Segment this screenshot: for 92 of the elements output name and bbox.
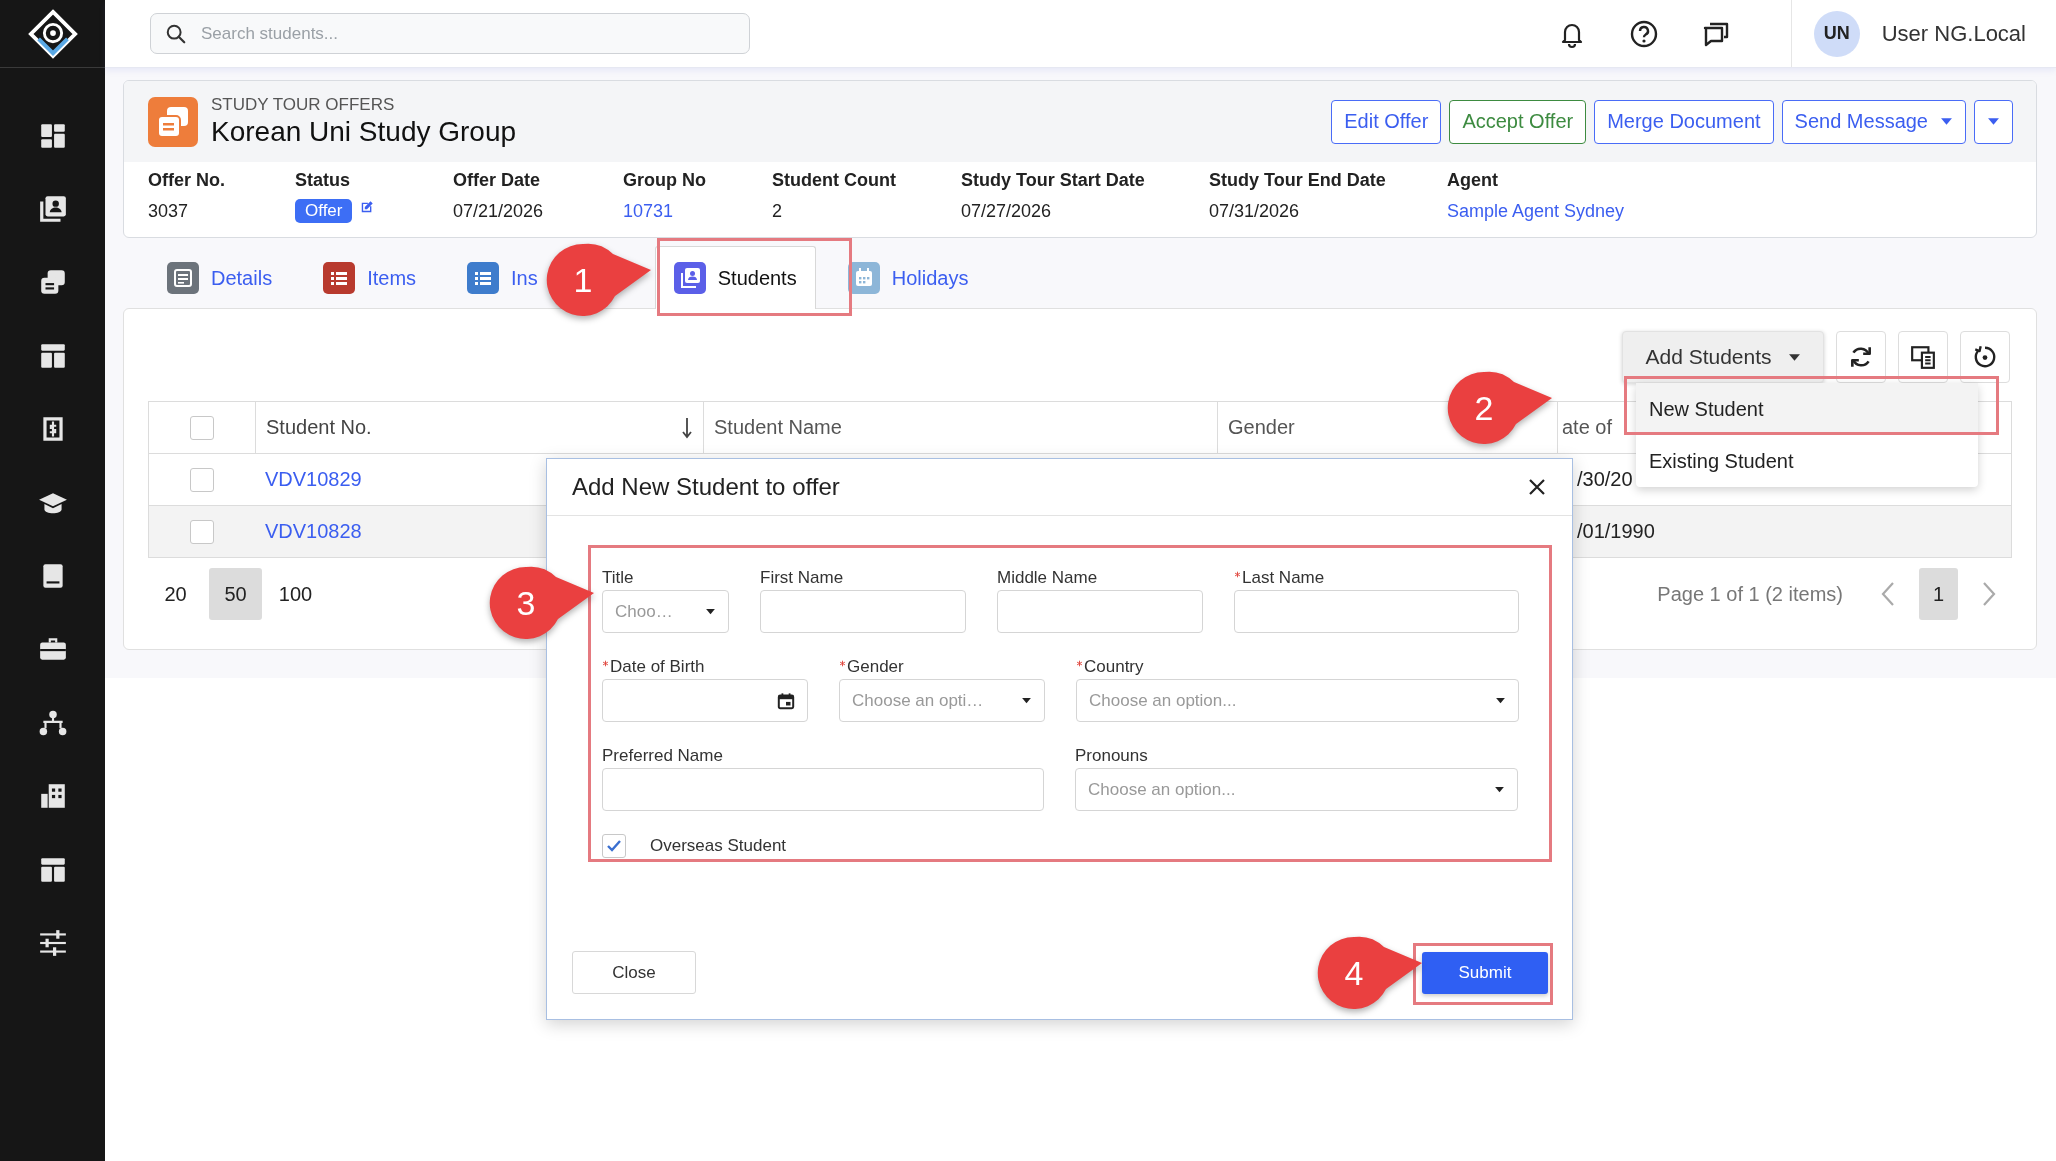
caret-icon <box>1021 697 1032 704</box>
page-summary: Page 1 of 1 (2 items) <box>1657 582 1843 606</box>
add-students-button[interactable]: Add Students <box>1622 331 1824 383</box>
student-link[interactable]: VDV10829 <box>265 468 362 491</box>
field-value: 3037 <box>148 200 190 223</box>
caret-icon <box>1495 697 1506 704</box>
table-cell: /30/20 <box>1577 468 1633 491</box>
column-header[interactable]: Student No. <box>266 416 372 439</box>
contact-card-icon[interactable] <box>37 194 68 225</box>
page-button[interactable]: 1 <box>1919 568 1958 620</box>
field-value: 07/21/2026 <box>453 200 545 223</box>
field-label: Pronouns <box>1075 745 1148 767</box>
select-field[interactable]: Choo… <box>602 590 729 633</box>
refresh-button[interactable] <box>1836 331 1886 383</box>
search-icon <box>165 22 187 45</box>
field-label: Student Count <box>772 169 897 191</box>
reset-button[interactable] <box>1960 331 2010 383</box>
accept-button[interactable]: Accept Offer <box>1449 99 1587 144</box>
window-list-icon <box>1910 344 1936 370</box>
tab[interactable]: Ins <box>448 246 539 309</box>
checkbox[interactable] <box>602 834 626 858</box>
link[interactable]: Sample Agent Sydney <box>1447 199 1625 223</box>
field-label: Last Name <box>1242 567 1325 589</box>
user-name[interactable]: User NG.Local <box>1881 20 2026 47</box>
field-label: Country <box>1084 656 1144 678</box>
date-field[interactable] <box>602 679 808 722</box>
dialog-title: Add New Student to offer <box>572 473 840 501</box>
field-label: Gender <box>847 656 904 678</box>
checkbox[interactable] <box>190 519 214 544</box>
status-badge: Offer <box>295 199 353 223</box>
column-header[interactable]: Gender <box>1228 416 1295 439</box>
page-title: Korean Uni Study Group <box>211 114 517 149</box>
checkbox[interactable] <box>190 467 214 492</box>
text-field[interactable] <box>997 590 1203 633</box>
select-field[interactable]: Choose an option... <box>1076 679 1519 722</box>
menu-item[interactable]: Existing Student <box>1636 435 1978 487</box>
field-label: Study Tour End Date <box>1209 169 1387 191</box>
reset-icon <box>1972 344 1998 370</box>
page-size-option[interactable]: 100 <box>269 568 322 620</box>
section-label: STUDY TOUR OFFERS <box>211 94 396 115</box>
student-link[interactable]: VDV10828 <box>265 520 362 543</box>
user-avatar[interactable]: UN <box>1813 10 1860 57</box>
help-icon[interactable] <box>1628 18 1659 49</box>
link[interactable]: 10731 <box>623 199 772 223</box>
page-size-option[interactable]: 50 <box>209 568 262 620</box>
checkbox-label: Overseas Student <box>650 836 787 856</box>
field-value: 07/27/2026 <box>961 200 1053 223</box>
columns-button[interactable] <box>1898 331 1948 383</box>
caret-icon <box>1940 117 1953 126</box>
app-logo[interactable] <box>27 8 78 59</box>
field-label: Preferred Name <box>602 745 723 767</box>
field-label: Offer No. <box>148 169 226 191</box>
action-button[interactable]: Edit Offer <box>1331 99 1442 144</box>
select-field[interactable]: Choose an opti… <box>839 679 1045 722</box>
dropdown-button[interactable] <box>1974 99 2013 144</box>
action-button[interactable]: Merge Document <box>1594 99 1774 144</box>
close-button[interactable]: Close <box>572 951 696 994</box>
page-size-option[interactable]: 20 <box>149 568 202 620</box>
field-value: 2 <box>772 200 783 223</box>
field-label: Title <box>602 567 634 589</box>
field-label: First Name <box>760 567 844 589</box>
menu-item[interactable]: New Student <box>1636 383 1978 435</box>
close-icon[interactable] <box>1527 477 1547 497</box>
calendar-icon[interactable] <box>777 691 795 710</box>
caret-icon <box>1494 786 1505 793</box>
refresh-icon <box>1848 344 1874 370</box>
field-label: Date of Birth <box>610 656 705 678</box>
caret-icon <box>705 608 716 615</box>
field-label: Offer Date <box>453 169 542 191</box>
table-cell: /01/1990 <box>1577 520 1655 543</box>
text-field[interactable] <box>602 768 1044 811</box>
column-header[interactable]: Student Name <box>714 416 842 439</box>
caret-icon <box>1987 117 2000 126</box>
text-field[interactable] <box>1234 590 1519 633</box>
select-field[interactable]: Choose an option... <box>1075 768 1518 811</box>
submit-button[interactable]: Submit <box>1422 952 1548 994</box>
caret-icon <box>1787 352 1801 362</box>
text-field[interactable] <box>760 590 966 633</box>
field-label: Agent <box>1447 169 1499 191</box>
field-label: Middle Name <box>997 567 1098 589</box>
tab[interactable]: Students <box>654 246 816 309</box>
sort-arrow-icon[interactable] <box>681 415 693 440</box>
dropdown-button[interactable]: Send Message <box>1781 99 1966 144</box>
field-label: Group No <box>623 169 707 191</box>
field-label: Study Tour Start Date <box>961 169 1146 191</box>
offer-icon <box>148 96 198 147</box>
field-value: 07/31/2026 <box>1209 200 1301 223</box>
checkbox[interactable] <box>190 415 214 440</box>
column-header[interactable]: ate of <box>1562 416 1613 439</box>
field-label: Status <box>295 169 351 191</box>
edit-icon[interactable] <box>360 200 375 214</box>
sliders-icon[interactable] <box>37 928 68 958</box>
